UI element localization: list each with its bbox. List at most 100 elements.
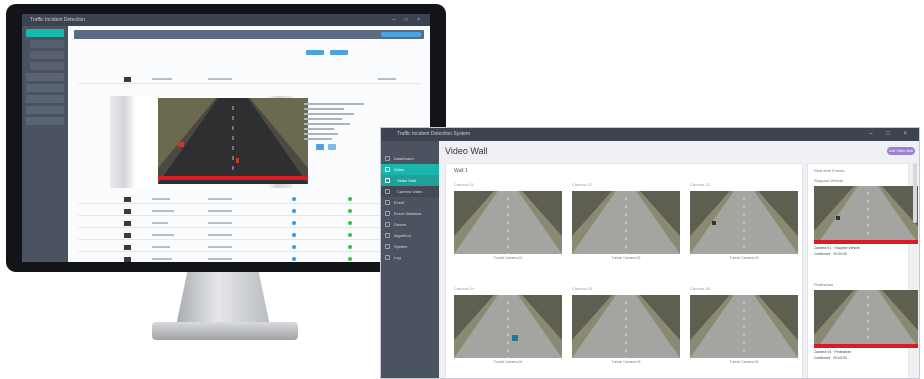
camera-label: Camera 04 (454, 286, 474, 291)
camera-label: Camera 02 (572, 182, 592, 187)
monitor-sidebar-item[interactable] (30, 62, 64, 70)
row-cell (208, 246, 232, 248)
monitor-sidebar-item[interactable] (26, 73, 64, 81)
row-cell (208, 234, 232, 236)
device-icon (385, 222, 390, 227)
sidebar-item-label: Event (394, 200, 405, 205)
page-title: Video Wall (445, 146, 488, 156)
monitor-stand-base (152, 322, 298, 340)
window-controls[interactable]: – □ × (869, 128, 913, 141)
sidebar-item[interactable]: Log (381, 252, 439, 263)
monitor-window-controls[interactable]: – □ × (393, 14, 425, 26)
sidebar-item-label: Dashboard (394, 156, 414, 161)
sidebar-item[interactable]: Device (381, 219, 439, 230)
row-cell (152, 258, 172, 260)
sidebar-item[interactable]: System (381, 241, 439, 252)
row-cell (152, 246, 170, 248)
camera-caption: Tunnel Camera 02 (611, 256, 641, 260)
camera-tile[interactable]: Camera 05 Tunnel Camera 05 (572, 286, 680, 376)
add-video-wall-button[interactable]: Add Video Wall (887, 147, 915, 155)
row-thumbnail (124, 197, 131, 202)
event-text: Camera 01 · Stopped Vehicle (814, 246, 860, 250)
monitor-sidebar-item[interactable] (26, 84, 64, 92)
sidebar-item[interactable]: Dashboard (381, 153, 439, 164)
table-row[interactable] (78, 196, 420, 204)
camera-tile[interactable]: Camera 06 Tunnel Camera 06 (690, 286, 798, 376)
camera-feed[interactable] (454, 191, 562, 254)
log-icon (385, 255, 390, 260)
table-row[interactable] (78, 256, 420, 262)
video-preview[interactable] (110, 96, 308, 188)
event-snapshot[interactable] (814, 186, 918, 244)
confirm-button[interactable] (316, 144, 324, 150)
monitor-sidebar-item[interactable] (30, 40, 64, 48)
table-row[interactable] (78, 220, 420, 228)
scrollbar[interactable] (913, 163, 917, 223)
camera-feed[interactable] (572, 295, 680, 358)
sidebar-item[interactable]: Video (381, 164, 439, 175)
row-thumbnail (124, 233, 131, 238)
algorithm-icon (385, 233, 390, 238)
table-row[interactable] (78, 208, 420, 216)
sidebar-logo (381, 141, 439, 153)
sidebar-item-label: Camera Video (397, 189, 423, 194)
monitor-main (68, 26, 430, 262)
table-row[interactable] (78, 232, 420, 240)
sidebar-item[interactable]: Event (381, 197, 439, 208)
cancel-button[interactable] (328, 144, 336, 150)
camera-label: Camera 03 (690, 182, 710, 187)
events-panel: Real-time Events Stopped Vehicle Camera 0… (807, 163, 918, 378)
camera-caption: Tunnel Camera 06 (729, 360, 759, 364)
monitor-sidebar-item[interactable] (26, 106, 64, 114)
row-thumbnail (124, 77, 131, 82)
sidebar-item[interactable]: Video Wall (381, 175, 439, 186)
monitor-sidebar-item[interactable] (26, 95, 64, 103)
monitor-action-button[interactable] (330, 50, 348, 55)
row-cell (208, 222, 232, 224)
alert-bar (158, 176, 308, 180)
sidebar-item[interactable]: Event Statistics (381, 208, 439, 219)
sidebar-item[interactable]: Camera Video (381, 186, 439, 197)
sidebar-item-label: System (394, 244, 408, 249)
monitor-sidebar-item[interactable] (30, 51, 64, 59)
monitor-app-title: Traffic Incident Detection (30, 17, 86, 23)
row-cell (208, 198, 232, 200)
event-text: Camera 04 · Pedestrian (814, 350, 852, 354)
event-snapshot[interactable] (814, 290, 918, 348)
camera-tile[interactable]: Camera 04 Tunnel Camera 04 (454, 286, 562, 376)
event-status: Confirmed · 00:00:00 (814, 252, 847, 256)
camera-tile[interactable]: Camera 02 Tunnel Camera 02 (572, 182, 680, 272)
camera-feed[interactable] (690, 295, 798, 358)
event-title: Stopped Vehicle (814, 178, 843, 183)
camera-feed[interactable] (454, 295, 562, 358)
sidebar-item[interactable]: Algorithm (381, 230, 439, 241)
camera-tile[interactable]: Camera 03 Tunnel Camera 03 (690, 182, 798, 272)
table-row[interactable] (78, 244, 420, 252)
monitor-sidebar (22, 26, 68, 262)
app-window: Traffic Incident Detection System – □ × … (380, 127, 920, 379)
status-dot (348, 245, 352, 249)
camera-label: Camera 01 (454, 182, 474, 187)
status-dot (348, 221, 352, 225)
monitor-sidebar-item[interactable] (26, 29, 64, 37)
row-cell (152, 222, 168, 224)
events-title: Real-time Events (814, 168, 845, 173)
table-row[interactable] (78, 76, 420, 84)
row-cell (208, 78, 232, 80)
camera-feed[interactable] (572, 191, 680, 254)
panel-title: Wall 1 (454, 168, 468, 174)
monitor-action-button[interactable] (306, 50, 324, 55)
row-thumbnail (124, 257, 131, 262)
alert-icon (385, 200, 390, 205)
status-dot (348, 233, 352, 237)
camera-feed[interactable] (690, 191, 798, 254)
monitor-sidebar-item[interactable] (26, 117, 64, 125)
status-dot (348, 209, 352, 213)
window-title: Traffic Incident Detection System (397, 131, 471, 137)
camera-caption: Tunnel Camera 04 (493, 360, 523, 364)
dashboard-icon (385, 156, 390, 161)
row-thumbnail (124, 221, 131, 226)
sidebar-item-label: Event Statistics (394, 211, 422, 216)
monitor-header-button[interactable] (381, 32, 421, 37)
camera-tile[interactable]: Camera 01 Tunnel Camera 01 (454, 182, 562, 272)
